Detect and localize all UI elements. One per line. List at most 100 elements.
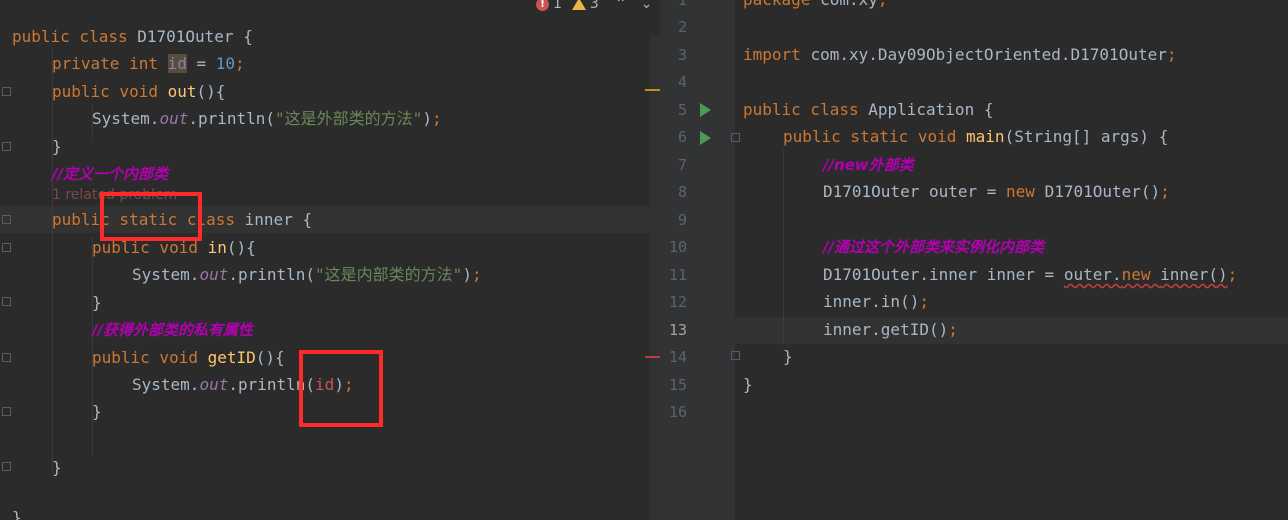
keyword: public class	[743, 100, 869, 119]
fold-marker[interactable]	[2, 462, 11, 471]
code-line[interactable]: }	[92, 290, 102, 316]
parameters: (String[] args) {	[1004, 127, 1169, 146]
caret-row-highlight	[735, 317, 1288, 344]
fold-marker[interactable]	[2, 215, 11, 224]
punctuation: )	[462, 265, 472, 284]
brace: }	[52, 458, 62, 477]
code-line[interactable]: //获得外部类的私有属性	[92, 317, 253, 343]
run-triangle-icon[interactable]	[700, 103, 711, 117]
code-line[interactable]: D1701Outer outer = new D1701Outer();	[823, 179, 1170, 205]
semicolon: ;	[1166, 45, 1177, 64]
run-triangle-icon[interactable]	[700, 131, 711, 145]
method-call: inner.in()	[823, 292, 920, 311]
fold-marker[interactable]	[731, 133, 740, 142]
code-line[interactable]: }	[52, 455, 62, 481]
semicolon: ;	[919, 292, 929, 311]
line-number: 1	[677, 0, 687, 9]
line-number: 4	[677, 73, 687, 91]
inspection-widget[interactable]: ! 1 3 ⌃ ⌄	[536, 0, 652, 13]
constructor-call: D1701Outer()	[1044, 182, 1161, 201]
method-name: out	[167, 82, 197, 101]
line-number: 15	[668, 376, 687, 394]
keyword: new	[1121, 265, 1161, 284]
keyword: package	[743, 0, 820, 9]
comment: //通过这个外部类来实例化内部类	[823, 238, 1044, 256]
declaration: D1701Outer.inner inner =	[823, 265, 1064, 284]
code-line[interactable]: public void out(){	[52, 79, 225, 105]
code-line[interactable]: System.out.println("这是内部类的方法");	[132, 262, 482, 288]
code-line[interactable]: public class Application {	[743, 97, 993, 123]
error-stripe-marker[interactable]	[645, 356, 660, 358]
line-number: 3	[677, 46, 687, 64]
line-number: 6	[677, 128, 687, 146]
fold-marker[interactable]	[2, 407, 11, 416]
line-number: 10	[668, 238, 687, 256]
static-field: out	[199, 375, 229, 394]
highlight-box-id	[299, 350, 383, 427]
keyword: new	[1006, 182, 1045, 201]
semicolon: ;	[1160, 182, 1170, 201]
code-line[interactable]: //new外部类	[823, 152, 914, 178]
fold-marker[interactable]	[2, 297, 11, 306]
static-field: out	[199, 265, 229, 284]
comment: //获得外部类的私有属性	[92, 321, 253, 339]
scrollbar-track[interactable]	[650, 36, 660, 520]
constructor-call: inner()	[1160, 265, 1228, 284]
code-line-current[interactable]: inner.getID();	[823, 317, 958, 343]
code-line[interactable]: }	[92, 399, 102, 425]
line-number: 12	[668, 293, 687, 311]
error-count: 1	[553, 0, 562, 12]
error-circle-icon: !	[536, 0, 549, 11]
declaration: D1701Outer outer =	[823, 182, 1007, 201]
chevron-up-icon[interactable]: ⌃	[615, 0, 627, 12]
comment: //new外部类	[823, 156, 914, 174]
line-number: 9	[677, 211, 687, 229]
chevron-down-icon[interactable]: ⌄	[641, 0, 653, 12]
method-call: .println(	[228, 265, 316, 284]
semicolon: ;	[1227, 265, 1238, 284]
identifier: System.	[92, 109, 160, 128]
code-line[interactable]: inner.in();	[823, 289, 929, 315]
code-line[interactable]: }	[12, 505, 22, 520]
code-line[interactable]: public static void main(String[] args) {	[783, 124, 1168, 150]
right-editor-pane[interactable]: 1 2 3 4 5 6 7 8 9 10 11 12 13 14 15 16 p…	[663, 0, 1288, 520]
highlight-box-static	[100, 192, 202, 241]
identifier: System.	[132, 265, 200, 284]
fold-marker[interactable]	[2, 353, 11, 362]
fold-marker[interactable]	[2, 142, 11, 151]
code-line[interactable]: public void getID(){	[92, 345, 285, 371]
operator: =	[186, 54, 216, 73]
keyword: import	[743, 45, 811, 64]
line-number: 16	[668, 403, 687, 421]
left-editor-pane[interactable]: ! 1 3 ⌃ ⌄ public class D1701Outer { priv…	[0, 0, 660, 520]
code-line[interactable]: }	[783, 344, 793, 370]
fold-marker[interactable]	[2, 243, 11, 252]
class-name: inner {	[244, 210, 313, 229]
semicolon: ;	[471, 265, 482, 284]
comment: //定义一个内部类	[52, 165, 168, 183]
code-line[interactable]: System.out.println("这是外部类的方法");	[92, 106, 442, 132]
fold-marker[interactable]	[2, 87, 11, 96]
identifier: outer.	[1063, 265, 1122, 284]
fold-marker[interactable]	[731, 351, 740, 360]
code-line[interactable]: //通过这个外部类来实例化内部类	[823, 234, 1044, 260]
warning-count: 3	[589, 0, 599, 12]
field-id: id	[167, 54, 187, 73]
code-line[interactable]: }	[743, 372, 753, 398]
punctuation: (){	[226, 238, 256, 257]
line-number-current: 13	[668, 321, 687, 339]
semicolon: ;	[948, 320, 958, 339]
warning-stripe-marker[interactable]	[645, 89, 660, 91]
semicolon: ;	[878, 0, 888, 9]
line-number: 2	[677, 18, 687, 36]
code-line[interactable]: }	[52, 134, 62, 160]
class-name: D1701Outer {	[137, 27, 253, 46]
punctuation: (){	[196, 82, 226, 101]
code-line[interactable]: import com.xy.Day09ObjectOriented.D1701O…	[743, 42, 1177, 68]
code-line[interactable]: public class D1701Outer {	[12, 24, 253, 50]
keyword: private int	[52, 54, 168, 73]
code-line[interactable]: package com.xy;	[743, 0, 888, 13]
code-line[interactable]: private int id = 10;	[52, 51, 245, 77]
method-name: in	[207, 238, 227, 257]
code-line[interactable]: D1701Outer.inner inner = outer.new inner…	[823, 262, 1237, 288]
